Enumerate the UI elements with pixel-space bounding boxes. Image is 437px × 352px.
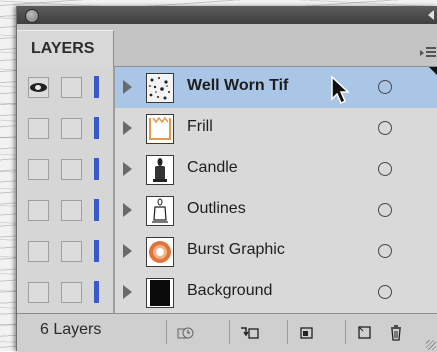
layer-count: 6 Layers xyxy=(40,321,102,338)
layers-list: Well Worn Tif Frill Candle Outlines Burs… xyxy=(17,67,437,314)
collapse-panel-icon[interactable] xyxy=(428,10,434,20)
layer-info[interactable]: Outlines xyxy=(115,190,437,232)
lock-toggle[interactable] xyxy=(61,159,82,180)
create-new-sublayer-button[interactable] xyxy=(287,320,326,344)
layer-name: Frill xyxy=(187,118,213,135)
layer-row[interactable]: Well Worn Tif xyxy=(17,67,437,109)
layer-name: Burst Graphic xyxy=(187,241,285,258)
tab-layers[interactable]: LAYERS xyxy=(17,30,114,67)
make-clipping-mask-icon xyxy=(241,327,259,339)
burst-thumbnail xyxy=(146,237,174,267)
create-new-layer-icon xyxy=(358,326,371,339)
black-fill-thumbnail xyxy=(146,278,174,308)
close-panel-button[interactable] xyxy=(25,9,39,23)
layer-controls xyxy=(17,149,113,191)
locate-object-icon xyxy=(177,327,194,339)
target-icon[interactable] xyxy=(378,244,392,258)
trash-icon xyxy=(391,325,401,341)
lock-toggle[interactable] xyxy=(61,241,82,262)
mouse-cursor-icon xyxy=(331,75,350,105)
layer-row[interactable]: Burst Graphic xyxy=(17,231,437,273)
lock-toggle[interactable] xyxy=(61,77,82,98)
layer-controls xyxy=(17,231,113,273)
layer-color-swatch xyxy=(94,281,99,303)
layer-name: Candle xyxy=(187,159,238,176)
layer-name: Well Worn Tif xyxy=(187,77,289,94)
visibility-toggle[interactable] xyxy=(28,159,49,180)
layer-row[interactable]: Outlines xyxy=(17,190,437,232)
layer-name: Background xyxy=(187,282,273,299)
delete-selection-button[interactable] xyxy=(377,320,415,344)
layer-info[interactable]: Well Worn Tif xyxy=(115,67,437,109)
panel-tabbar: LAYERS xyxy=(17,24,437,67)
expand-triangle-icon[interactable] xyxy=(123,285,132,299)
panel-titlebar[interactable] xyxy=(17,6,437,24)
layer-color-swatch xyxy=(94,117,99,139)
layer-color-swatch xyxy=(94,199,99,221)
lock-toggle[interactable] xyxy=(61,118,82,139)
lock-toggle[interactable] xyxy=(61,200,82,221)
lock-toggle[interactable] xyxy=(61,282,82,303)
target-icon[interactable] xyxy=(378,285,392,299)
outline-thumbnail xyxy=(146,196,174,226)
layer-controls xyxy=(17,108,113,150)
visibility-toggle[interactable] xyxy=(28,77,49,98)
expand-triangle-icon[interactable] xyxy=(123,162,132,176)
layer-color-swatch xyxy=(94,76,99,98)
candle-thumbnail xyxy=(146,155,174,185)
layer-name: Outlines xyxy=(187,200,246,217)
frill-thumbnail xyxy=(146,114,174,144)
target-icon[interactable] xyxy=(378,203,392,217)
layer-controls xyxy=(17,272,113,314)
tab-layers-label: LAYERS xyxy=(31,40,95,57)
visibility-toggle[interactable] xyxy=(28,241,49,262)
expand-triangle-icon[interactable] xyxy=(123,80,132,94)
visibility-toggle[interactable] xyxy=(28,118,49,139)
texture-thumbnail xyxy=(146,73,174,103)
selected-art-indicator-icon xyxy=(429,67,437,76)
visibility-toggle[interactable] xyxy=(28,282,49,303)
layer-row[interactable]: Frill xyxy=(17,108,437,150)
layer-info[interactable]: Burst Graphic xyxy=(115,231,437,273)
layer-row[interactable]: Candle xyxy=(17,149,437,191)
layer-info[interactable]: Background xyxy=(115,272,437,314)
expand-triangle-icon[interactable] xyxy=(123,121,132,135)
make-clipping-mask-button[interactable] xyxy=(229,320,268,344)
panel-menu-icon[interactable] xyxy=(420,47,436,59)
target-icon[interactable] xyxy=(378,80,392,94)
layer-info[interactable]: Candle xyxy=(115,149,437,191)
layer-controls xyxy=(17,190,113,232)
target-icon[interactable] xyxy=(378,121,392,135)
layer-color-swatch xyxy=(94,158,99,180)
target-icon[interactable] xyxy=(378,162,392,176)
layer-color-swatch xyxy=(94,240,99,262)
panel-footer: 6 Layers xyxy=(17,313,437,352)
layer-controls xyxy=(17,67,113,109)
layer-row[interactable]: Background xyxy=(17,272,437,314)
create-new-sublayer-icon xyxy=(300,327,313,339)
eye-icon xyxy=(30,83,47,92)
layer-info[interactable]: Frill xyxy=(115,108,437,150)
layers-panel: LAYERS Well Worn Tif Frill Candle Outlin… xyxy=(16,6,437,352)
locate-object-button[interactable] xyxy=(166,320,205,344)
expand-triangle-icon[interactable] xyxy=(123,203,132,217)
resize-grip-icon[interactable] xyxy=(426,340,436,350)
expand-triangle-icon[interactable] xyxy=(123,244,132,258)
visibility-toggle[interactable] xyxy=(28,200,49,221)
